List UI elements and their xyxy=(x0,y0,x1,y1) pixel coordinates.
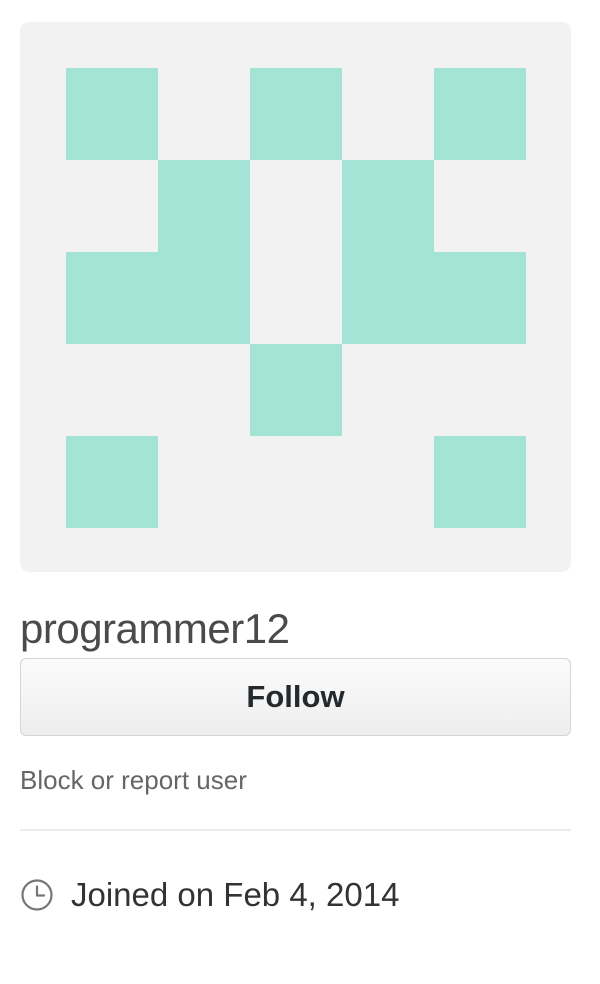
identicon-cell xyxy=(66,252,159,345)
identicon-cell xyxy=(66,68,159,161)
identicon-cell xyxy=(250,68,343,161)
identicon-cell xyxy=(434,252,526,345)
identicon-cell xyxy=(250,344,343,437)
join-date: Joined on Feb 4, 2014 xyxy=(20,872,399,918)
clock-icon xyxy=(21,879,53,911)
identicon-cell xyxy=(342,160,435,253)
avatar[interactable] xyxy=(20,22,571,572)
identicon-cell xyxy=(66,436,159,528)
username: programmer12 xyxy=(20,605,290,652)
identicon-image xyxy=(66,68,526,528)
joined-text: Joined on Feb 4, 2014 xyxy=(71,876,400,913)
identicon-cell xyxy=(158,160,251,253)
block-or-report-link[interactable]: Block or report user xyxy=(20,764,247,796)
follow-button[interactable]: Follow xyxy=(20,658,571,736)
divider xyxy=(20,829,571,831)
identicon-cell xyxy=(434,68,526,161)
identicon-cell xyxy=(434,436,526,528)
identicon-cell xyxy=(158,252,251,345)
identicon-cell xyxy=(342,252,435,345)
